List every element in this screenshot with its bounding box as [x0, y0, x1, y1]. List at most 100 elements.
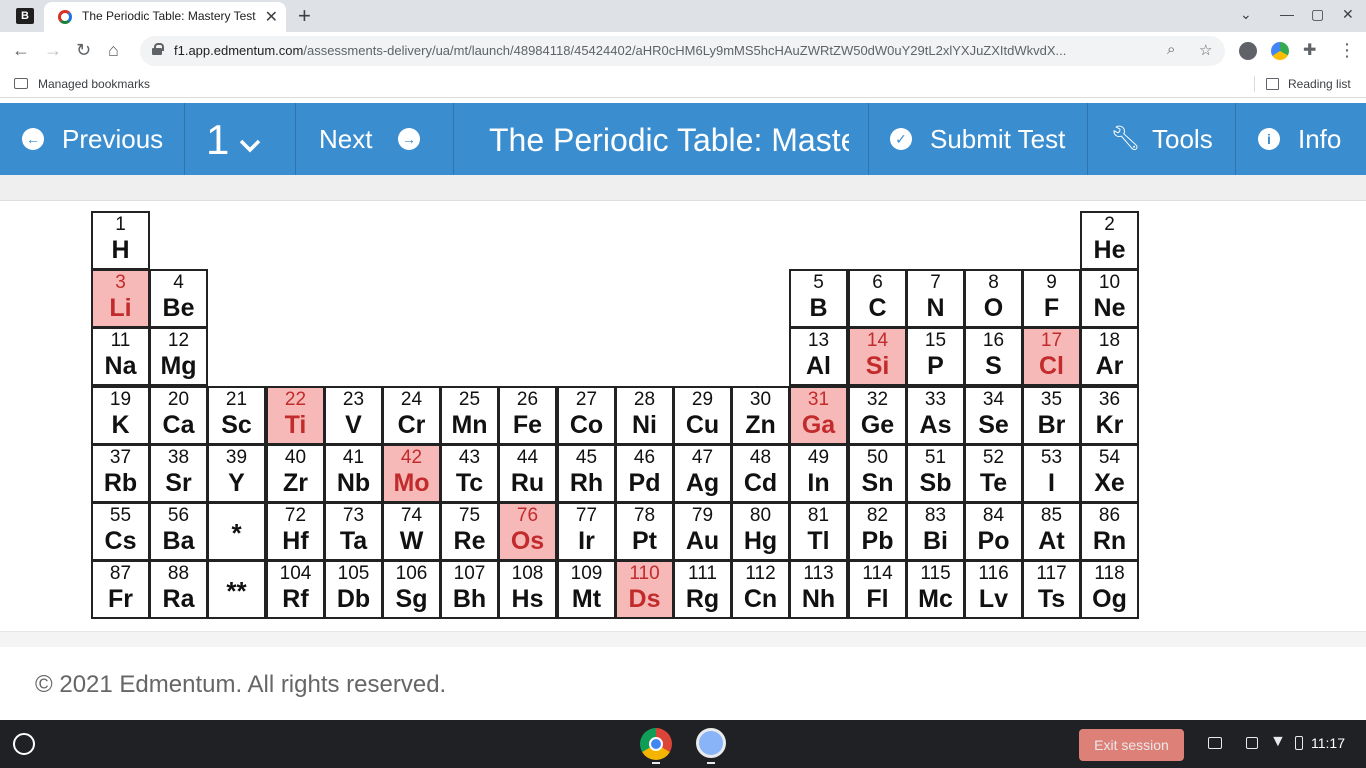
element-cell-cd: 48 Cd: [731, 444, 790, 503]
element-symbol: Al: [806, 352, 831, 380]
element-symbol: Rh: [569, 469, 604, 497]
element-cell-ge: 32 Ge: [848, 386, 907, 445]
submit-test-button[interactable]: ✓ Submit Test: [869, 103, 1088, 175]
next-button[interactable]: Next →: [296, 103, 454, 175]
forward-icon[interactable]: →: [44, 40, 62, 61]
atomic-number: 43: [458, 447, 481, 468]
wifi-icon[interactable]: ▼: [1270, 733, 1286, 751]
browser-tab[interactable]: The Periodic Table: Mastery Test ✕: [44, 2, 286, 32]
element-symbol: Hs: [511, 585, 544, 613]
atomic-number: 104: [279, 563, 312, 584]
chrome-icon[interactable]: [640, 728, 672, 760]
reload-icon[interactable]: ↻: [76, 40, 91, 61]
atomic-number: 36: [1098, 389, 1121, 410]
back-icon[interactable]: ←: [12, 40, 30, 61]
atomic-number: 26: [516, 389, 539, 410]
element-symbol: Br: [1037, 411, 1066, 439]
zoom-icon[interactable]: ⌕: [1167, 41, 1175, 58]
atomic-number: 112: [745, 563, 776, 584]
battery-icon[interactable]: [1295, 736, 1303, 750]
owl-app-icon[interactable]: [696, 728, 726, 758]
element-cell-tl: 81 Tl: [789, 502, 848, 561]
home-icon[interactable]: ⌂: [108, 40, 119, 61]
maximize-icon[interactable]: ▢: [1311, 6, 1324, 23]
atomic-number: 74: [400, 505, 423, 526]
element-symbol: Be: [162, 294, 195, 322]
clock[interactable]: 11:17: [1311, 735, 1345, 751]
lock-icon[interactable]: [152, 43, 164, 55]
element-cell-br: 35 Br: [1022, 386, 1081, 445]
previous-button[interactable]: ← Previous: [0, 103, 185, 175]
screen-capture-icon[interactable]: [1208, 737, 1222, 749]
element-cell-hg: 80 Hg: [731, 502, 790, 561]
new-tab-icon[interactable]: +: [298, 3, 311, 29]
atomic-number: 18: [1098, 330, 1121, 351]
question-selector[interactable]: 1: [185, 103, 296, 175]
atomic-number: 3: [115, 272, 126, 293]
reading-list-button[interactable]: Reading list: [1288, 77, 1351, 91]
bookmark-star-icon[interactable]: ☆: [1199, 41, 1212, 59]
element-cell-cn: 112 Cn: [731, 560, 790, 619]
element-cell-cl: 17 Cl: [1022, 327, 1081, 386]
element-symbol: Pd: [628, 469, 661, 497]
element-symbol: Rg: [685, 585, 720, 613]
exit-session-button[interactable]: Exit session: [1079, 729, 1184, 761]
element-symbol: Xe: [1094, 469, 1125, 497]
keyboard-layout-icon[interactable]: [1246, 737, 1258, 749]
atomic-number: 80: [749, 505, 772, 526]
element-cell-co: 27 Co: [557, 386, 616, 445]
element-cell-sg: 106 Sg: [382, 560, 441, 619]
atomic-number: 50: [866, 447, 889, 468]
element-symbol: Rb: [103, 469, 138, 497]
atomic-number: 106: [395, 563, 428, 584]
element-cell-kr: 36 Kr: [1080, 386, 1139, 445]
element-cell-ne: 10 Ne: [1080, 269, 1139, 328]
close-window-icon[interactable]: ✕: [1342, 6, 1354, 23]
element-symbol: Rn: [1092, 527, 1127, 555]
menu-kebab-icon[interactable]: ⋮: [1338, 40, 1356, 61]
minimize-icon[interactable]: —: [1280, 6, 1294, 22]
atomic-number: 82: [866, 505, 889, 526]
element-cell-he: 2 He: [1080, 211, 1139, 270]
element-cell-tc: 43 Tc: [440, 444, 499, 503]
managed-bookmarks-link[interactable]: Managed bookmarks: [38, 77, 150, 91]
element-symbol: Sn: [861, 469, 894, 497]
element-cell-pb: 82 Pb: [848, 502, 907, 561]
info-button[interactable]: i Info: [1236, 103, 1366, 175]
atomic-number: 21: [225, 389, 248, 410]
element-symbol: Lv: [978, 585, 1009, 613]
app-icon[interactable]: B: [16, 8, 34, 24]
atomic-number: 28: [633, 389, 656, 410]
atomic-number: 15: [924, 330, 947, 351]
tab-strip: B The Periodic Table: Mastery Test ✕ + ⌄…: [0, 0, 1366, 32]
atomic-number: 25: [458, 389, 481, 410]
element-symbol: Ga: [801, 411, 836, 439]
close-tab-icon[interactable]: ✕: [265, 7, 278, 27]
element-symbol: Pb: [861, 527, 894, 555]
element-cell-mo: 42 Mo: [382, 444, 441, 503]
element-symbol: Ar: [1095, 352, 1124, 380]
tools-button[interactable]: 🔧︎ Tools: [1088, 103, 1236, 175]
browser-toolbar: ← → ↻ ⌂ f1.app.edmentum.com/assessments-…: [0, 32, 1366, 70]
question-number: 1: [206, 116, 230, 163]
extensions-puzzle-icon[interactable]: ✚: [1303, 40, 1316, 60]
atomic-number: 105: [337, 563, 370, 584]
atomic-number: 2: [1104, 214, 1115, 235]
launcher-icon[interactable]: [13, 733, 35, 755]
bookmarks-bar: Managed bookmarks Reading list: [0, 70, 1366, 98]
element-cell-bh: 107 Bh: [440, 560, 499, 619]
element-symbol: Hf: [282, 527, 309, 555]
element-cell-ar: 18 Ar: [1080, 327, 1139, 386]
element-cell-rn: 86 Rn: [1080, 502, 1139, 561]
element-cell-na: 11 Na: [91, 327, 150, 386]
extension-color-icon[interactable]: [1271, 42, 1289, 60]
element-symbol: Pt: [632, 527, 657, 555]
address-bar[interactable]: f1.app.edmentum.com/assessments-delivery…: [140, 36, 1225, 66]
chevron-down-icon: [239, 139, 261, 153]
extension-owl-icon[interactable]: [1239, 42, 1257, 60]
url-text[interactable]: f1.app.edmentum.com/assessments-delivery…: [174, 43, 1154, 58]
element-cell-ra: 88 Ra: [149, 560, 208, 619]
element-symbol: Cd: [743, 469, 778, 497]
tab-search-icon[interactable]: ⌄: [1240, 6, 1252, 23]
element-cell-zr: 40 Zr: [266, 444, 325, 503]
